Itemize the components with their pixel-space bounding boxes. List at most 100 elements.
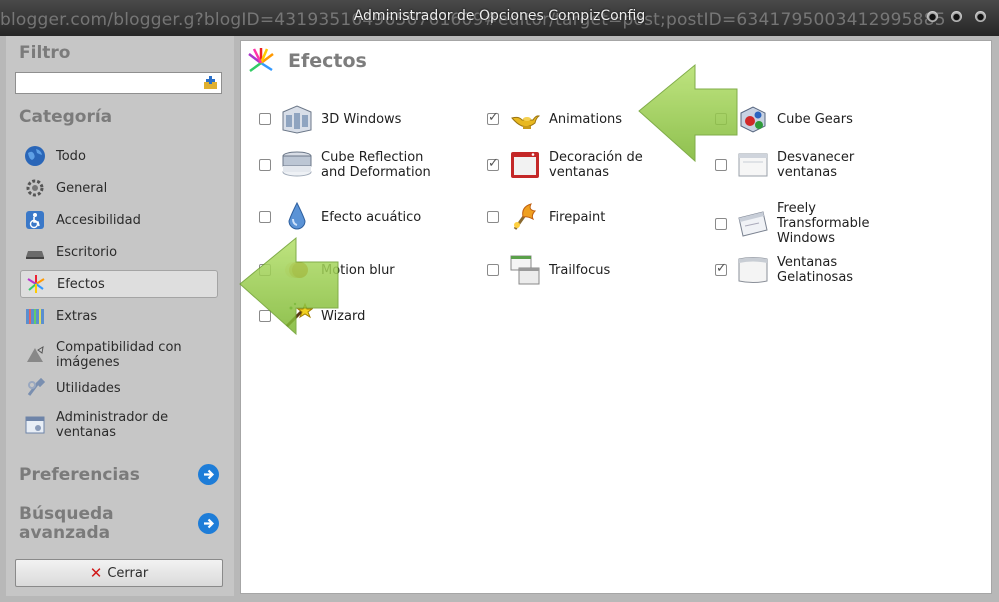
minimize-button[interactable] [927,11,938,22]
arrow-right-icon [204,518,215,529]
cube-reflection-icon [281,149,313,181]
water-drop-icon [281,201,313,233]
magic-lamp-icon [509,103,541,135]
plugin-checkbox[interactable] [259,310,271,322]
advanced-search-heading[interactable]: Búsqueda avanzada [19,505,169,543]
plugin-cube-reflection[interactable]: Cube Reflection and Deformation [259,149,441,181]
close-window-button[interactable] [975,11,986,22]
close-button[interactable]: ✕ Cerrar [15,559,223,587]
plugin-checkbox[interactable] [259,113,271,125]
plugin-ventanas-gelatinosas[interactable]: Ventanas Gelatinosas [715,254,877,286]
category-item-extras[interactable]: Extras [20,302,218,330]
plugin-label: Firepaint [549,209,606,225]
plugin-wizard[interactable]: Wizard [259,300,365,332]
plugin-checkbox[interactable] [487,156,499,171]
plugin-label: Trailfocus [549,262,611,278]
plugin-label: Ventanas Gelatinosas [777,255,854,285]
fireworks-icon [248,48,274,73]
close-button-label: Cerrar [107,565,149,581]
plugin-checkbox[interactable] [259,264,271,276]
category-label: Accesibilidad [56,212,141,228]
category-label: Extras [56,308,98,324]
category-label: Escritorio [56,244,118,260]
image-compat-icon [24,344,46,366]
category-label: General [56,180,108,196]
panel-title: Efectos [288,50,367,72]
gear-icon [24,177,46,199]
plugin-label: Efecto acuático [321,209,422,225]
advanced-search-arrow-button[interactable] [198,513,219,534]
filter-input[interactable] [15,72,222,94]
category-heading: Categoría [19,107,113,127]
plugin-label: Decoración de ventanas [549,150,643,180]
fade-windows-icon [737,149,769,181]
plugin-checkbox[interactable] [487,264,499,276]
plugin-label: Cube Gears [777,111,853,127]
globe-icon [24,145,46,167]
plugin-freely-transformable[interactable]: Freely Transformable Windows [715,201,877,246]
category-label: Compatibilidad con imágenes [56,340,182,370]
clear-filter-icon[interactable] [203,76,218,90]
motion-blur-icon [281,254,313,286]
plugin-checkbox[interactable] [715,261,727,276]
category-label: Utilidades [56,380,121,396]
firepaint-icon [509,201,541,233]
category-label: Administrador de ventanas [56,410,169,440]
plugin-motion-blur[interactable]: Motion blur [259,254,395,286]
category-item-utilidades[interactable]: Utilidades [20,374,218,402]
plugin-trailfocus[interactable]: Trailfocus [487,254,610,286]
3d-windows-icon [281,103,313,135]
wizard-icon [281,300,313,332]
window-decoration-icon [509,149,541,181]
close-x-icon: ✕ [89,564,103,582]
plugin-label: Wizard [321,308,366,324]
category-item-general[interactable]: General [20,174,218,202]
plugin-label: 3D Windows [321,111,402,127]
plugin-checkbox[interactable] [259,211,271,223]
extras-icon [24,305,46,327]
plugin-desvanecer-ventanas[interactable]: Desvanecer ventanas [715,149,877,181]
plugin-label: Motion blur [321,262,395,278]
plugin-firepaint[interactable]: Firepaint [487,201,605,233]
plugin-efecto-acuatico[interactable]: Efecto acuático [259,201,421,233]
filter-heading: Filtro [19,43,71,63]
preferences-heading[interactable]: Preferencias [19,465,140,485]
plugin-checkbox[interactable] [715,217,727,230]
trailfocus-icon [509,254,541,286]
category-item-todo[interactable]: Todo [20,142,218,170]
plugin-label: Animations [549,111,623,127]
wobbly-windows-icon [737,254,769,286]
plugin-checkbox[interactable] [487,110,499,125]
plugin-label: Freely Transformable Windows [777,201,870,246]
maximize-button[interactable] [951,11,962,22]
cube-gears-icon [737,103,769,135]
category-item-accesibilidad[interactable]: Accesibilidad [20,206,218,234]
category-item-escritorio[interactable]: Escritorio [20,238,218,266]
plugin-cube-gears[interactable]: Cube Gears [715,103,853,135]
arrow-right-icon [204,469,215,480]
plugin-label: Cube Reflection and Deformation [321,150,431,180]
effects-panel: Efectos 3D Windows Animations Cube Gears [240,40,992,594]
transform-windows-icon [737,208,769,240]
category-item-administrador-ventanas[interactable]: Administrador de ventanas [20,408,218,442]
plugin-checkbox[interactable] [259,159,271,171]
preferences-arrow-button[interactable] [198,464,219,485]
plugin-checkbox[interactable] [715,113,727,125]
title-bar[interactable]: blogger.com/blogger.g?blogID=43193516496… [0,0,999,36]
plugin-decoracion-ventanas[interactable]: Decoración de ventanas [487,149,659,181]
wheelchair-icon [24,209,46,231]
category-item-compatibilidad[interactable]: Compatibilidad con imágenes [20,338,218,372]
category-label: Todo [56,148,86,164]
window-title: Administrador de Opciones CompizConfig [353,8,646,24]
plugin-label: Desvanecer ventanas [777,150,855,180]
plugin-3d-windows[interactable]: 3D Windows [259,103,401,135]
utilities-icon [24,377,46,399]
compiz-config-window: blogger.com/blogger.g?blogID=43193516496… [0,0,999,602]
fireworks-icon [25,273,47,295]
sidebar: Filtro Categoría Todo General Accesibili… [6,36,234,596]
desktop-icon [24,241,46,263]
plugin-animations[interactable]: Animations [487,103,622,135]
plugin-checkbox[interactable] [487,211,499,223]
category-item-efectos[interactable]: Efectos [20,270,218,298]
plugin-checkbox[interactable] [715,159,727,171]
